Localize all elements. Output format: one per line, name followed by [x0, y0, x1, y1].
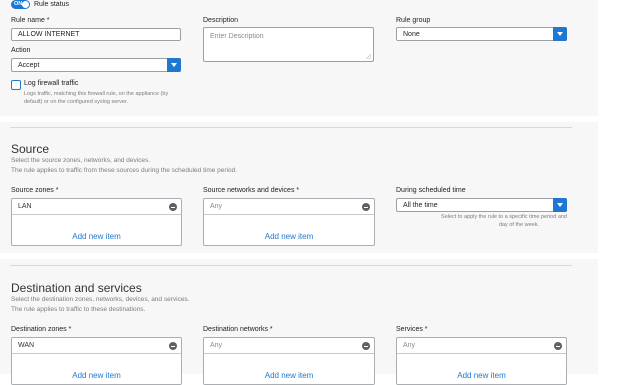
- chevron-down-icon[interactable]: [553, 27, 567, 41]
- schedule-select[interactable]: All the time: [396, 198, 567, 212]
- list-item[interactable]: WAN: [12, 338, 181, 354]
- destination-zones-box[interactable]: WAN Add new item: [11, 337, 182, 385]
- destination-desc: Select the destination zones, networks, …: [11, 295, 189, 315]
- destination-title: Destination and services: [11, 281, 142, 295]
- schedule-help-2: day of the week.: [498, 222, 539, 228]
- log-traffic-label: Log firewall traffic: [24, 80, 79, 87]
- add-new-item-link[interactable]: Add new item: [12, 232, 181, 241]
- log-help-line-1: Logs traffic, matching this firewall rul…: [24, 91, 169, 97]
- add-new-item-link[interactable]: Add new item: [204, 232, 374, 241]
- toggle-text: ON: [14, 1, 23, 7]
- list-item[interactable]: LAN: [12, 199, 181, 215]
- remove-circle-icon[interactable]: [169, 342, 177, 350]
- description-placeholder: Enter Description: [210, 33, 264, 40]
- chevron-down-icon[interactable]: [167, 58, 181, 72]
- schedule-help-1: Select to apply the rule to a specific t…: [441, 214, 567, 220]
- rule-status-toggle[interactable]: ON: [11, 0, 30, 9]
- log-help-line-2: default) or on the configured syslog ser…: [24, 99, 128, 105]
- destination-networks-label: Destination networks *: [203, 326, 273, 333]
- rule-group-select[interactable]: None: [396, 27, 567, 41]
- destination-divider: [10, 265, 572, 266]
- add-new-item-link[interactable]: Add new item: [397, 371, 566, 380]
- source-networks-label: Source networks and devices *: [203, 187, 300, 194]
- destination-zone-value: WAN: [18, 342, 35, 349]
- rule-name-label: Rule name *: [11, 17, 50, 24]
- log-traffic-checkbox[interactable]: [11, 80, 21, 90]
- description-label: Description: [203, 17, 239, 24]
- schedule-value: All the time: [403, 201, 438, 209]
- resize-handle-icon[interactable]: [366, 54, 371, 59]
- services-value: Any: [403, 342, 416, 349]
- action-value: Accept: [18, 61, 40, 69]
- rule-status-label: Rule status: [34, 1, 70, 8]
- services-box[interactable]: Any Add new item: [396, 337, 567, 385]
- destination-zones-label: Destination zones *: [11, 326, 72, 333]
- rule-group-value: None: [403, 30, 420, 38]
- list-item[interactable]: Any: [204, 338, 374, 354]
- source-zone-value: LAN: [18, 203, 32, 210]
- description-textarea[interactable]: Enter Description: [203, 27, 374, 62]
- schedule-help: Select to apply the rule to a specific t…: [396, 213, 567, 229]
- list-item[interactable]: Any: [204, 199, 374, 215]
- action-select[interactable]: Accept: [11, 58, 181, 72]
- destination-desc-1: Select the destination zones, networks, …: [11, 296, 190, 303]
- rule-group-label: Rule group: [396, 17, 431, 24]
- source-network-value: Any: [210, 203, 223, 210]
- source-title: Source: [11, 142, 50, 156]
- remove-circle-icon[interactable]: [169, 203, 177, 211]
- rule-name-value: ALLOW INTERNET: [18, 31, 80, 38]
- rule-name-input[interactable]: ALLOW INTERNET: [11, 28, 181, 41]
- add-new-item-link[interactable]: Add new item: [12, 371, 181, 380]
- source-zones-box[interactable]: LAN Add new item: [11, 198, 182, 246]
- source-desc-1: Select the source zones, networks, and d…: [11, 157, 151, 164]
- source-divider: [10, 127, 572, 128]
- destination-desc-2: The rule applies to traffic to these des…: [11, 306, 146, 313]
- source-zones-label: Source zones *: [11, 187, 59, 194]
- source-desc-2: The rule applies to traffic from these s…: [11, 167, 238, 174]
- remove-circle-icon[interactable]: [362, 342, 370, 350]
- services-label: Services *: [396, 326, 428, 333]
- schedule-label: During scheduled time: [396, 187, 466, 194]
- log-traffic-help: Logs traffic, matching this firewall rul…: [24, 90, 168, 106]
- destination-network-value: Any: [210, 342, 223, 349]
- destination-networks-box[interactable]: Any Add new item: [203, 337, 375, 385]
- remove-circle-icon[interactable]: [554, 342, 562, 350]
- remove-circle-icon[interactable]: [362, 203, 370, 211]
- add-new-item-link[interactable]: Add new item: [204, 371, 374, 380]
- source-networks-box[interactable]: Any Add new item: [203, 198, 375, 246]
- source-desc: Select the source zones, networks, and d…: [11, 156, 237, 176]
- list-item[interactable]: Any: [397, 338, 566, 354]
- chevron-down-icon[interactable]: [553, 198, 567, 212]
- action-label: Action: [11, 47, 31, 54]
- toggle-knob: [22, 1, 29, 8]
